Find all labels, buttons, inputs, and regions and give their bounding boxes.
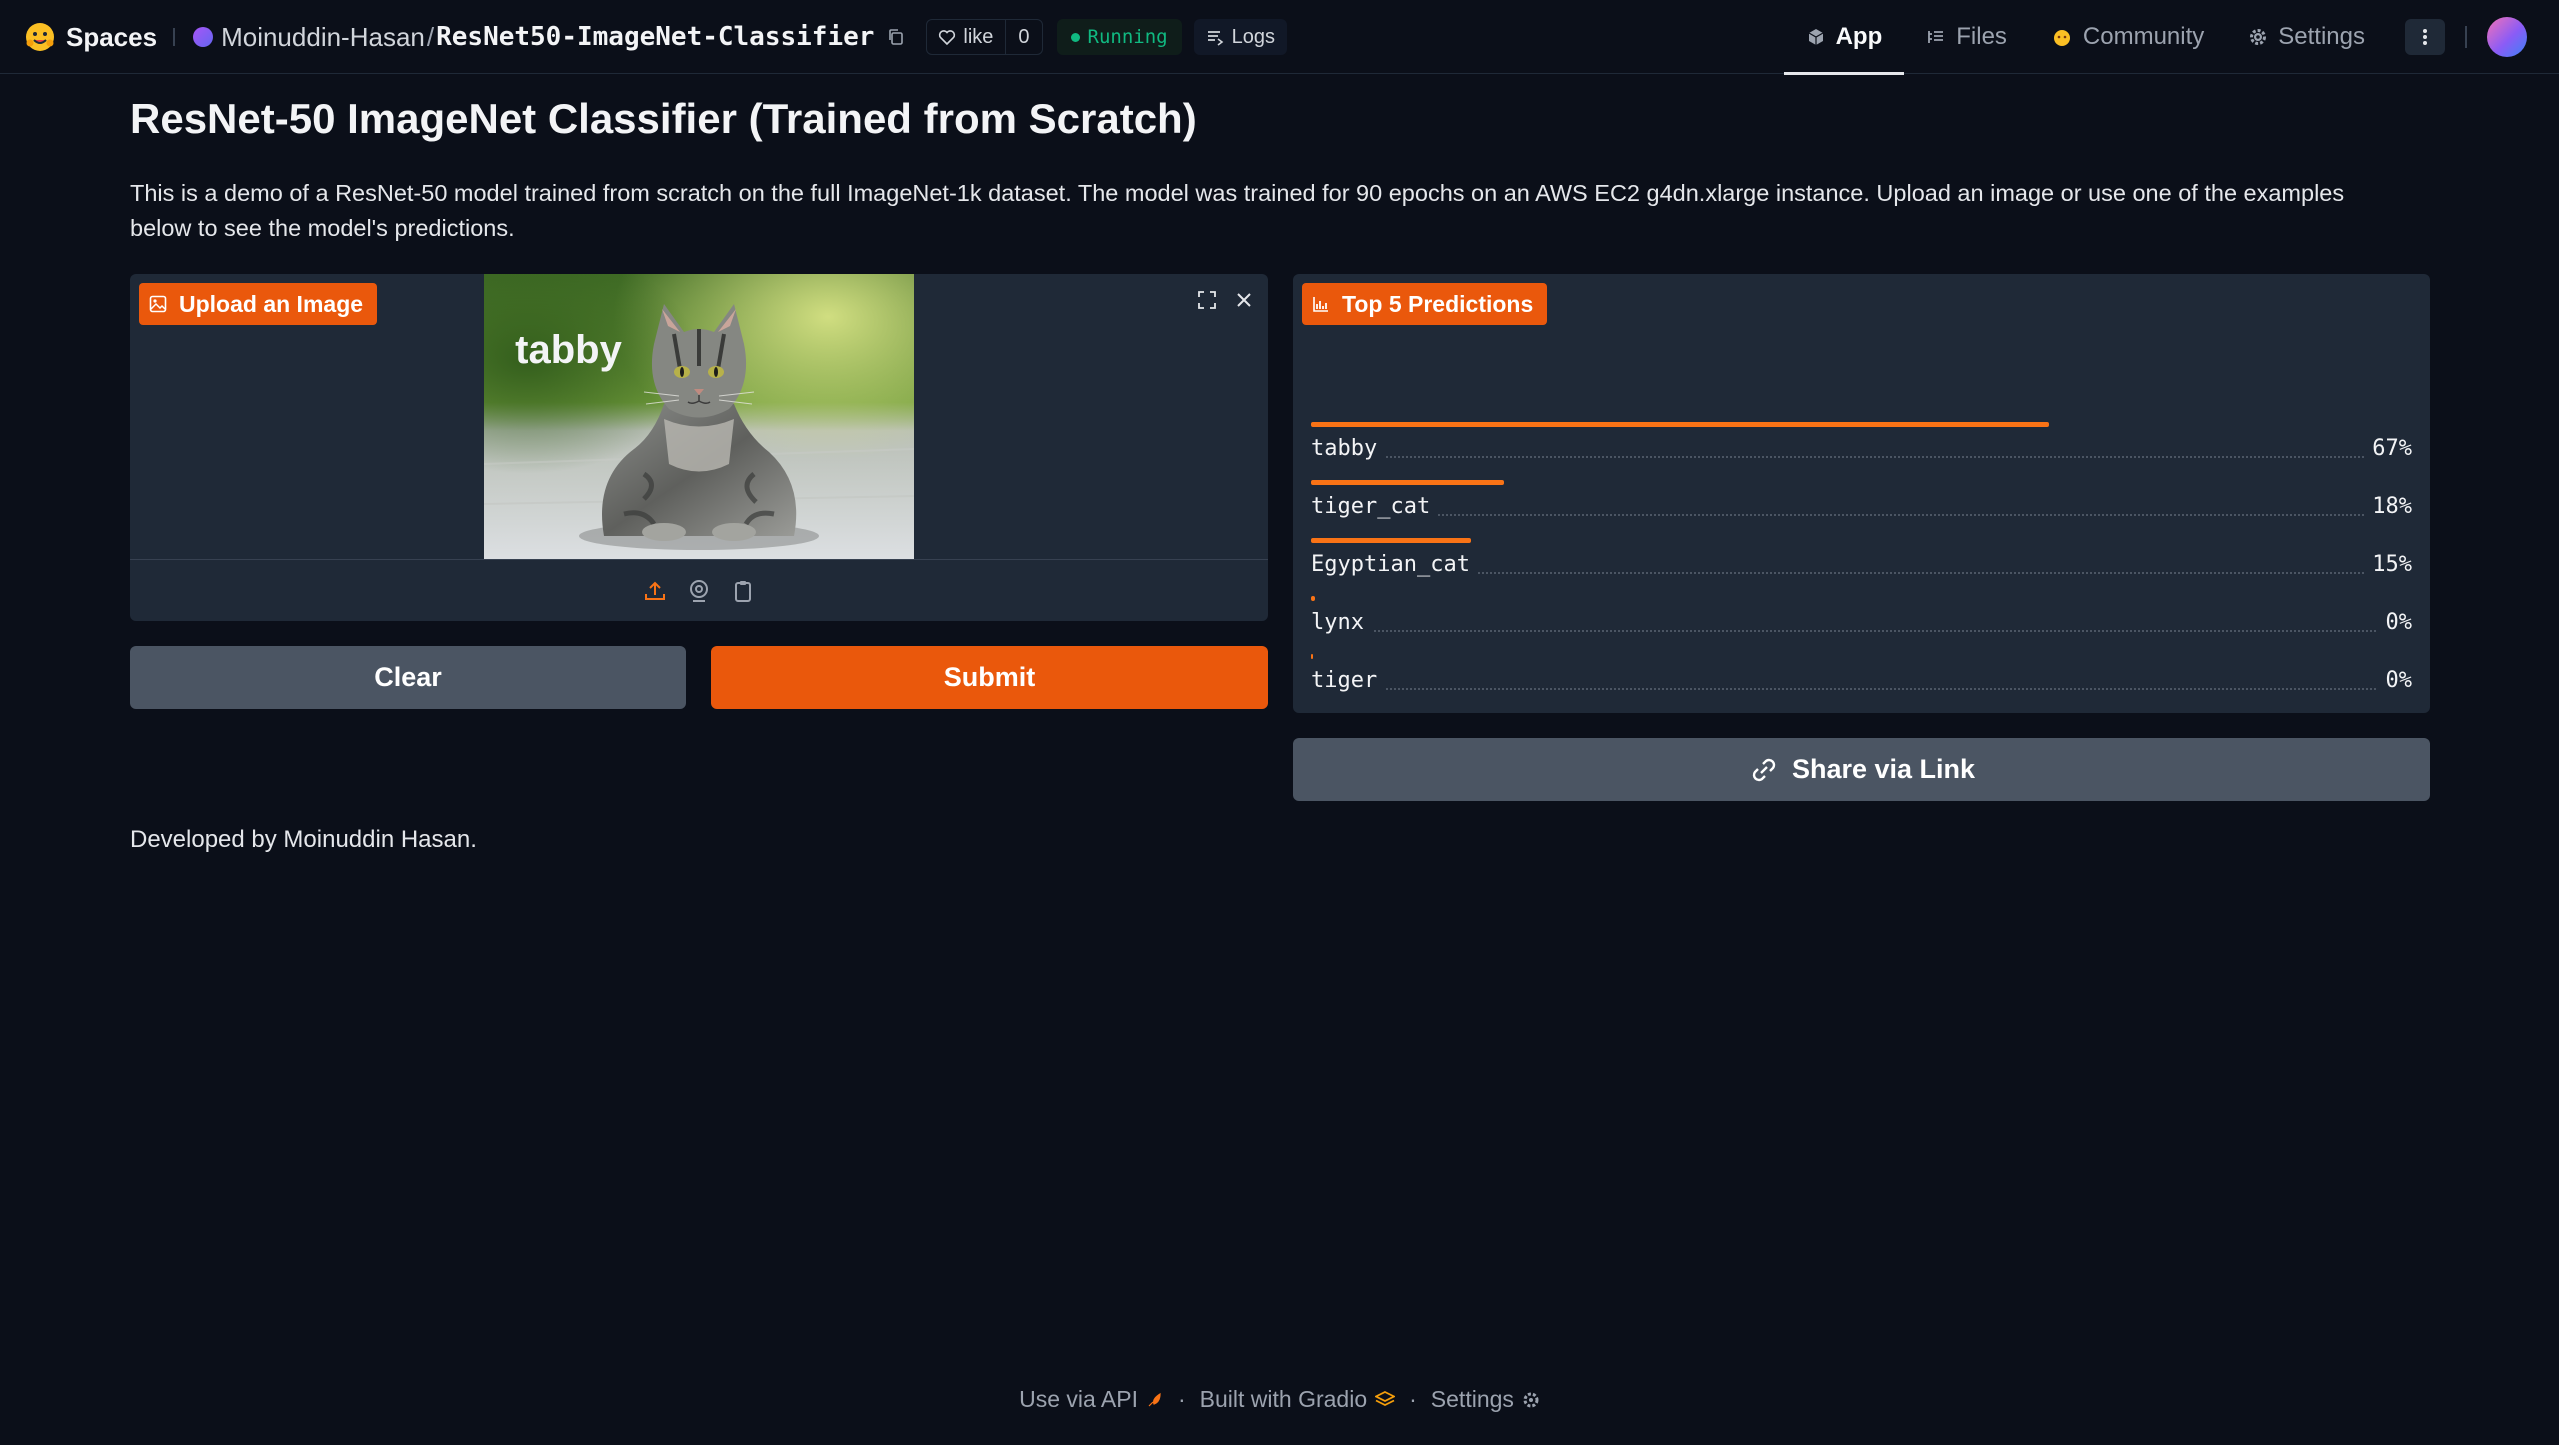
copy-icon[interactable] xyxy=(886,27,906,47)
prediction-class-label: tiger_cat xyxy=(1311,494,1439,519)
prediction-row: lynx 0% xyxy=(1311,596,2412,652)
gear-icon xyxy=(2250,29,2267,45)
space-tabs: App Files Community Settings xyxy=(1783,0,2559,75)
dotted-leader xyxy=(1311,630,2412,632)
prediction-row: tiger 0% xyxy=(1311,654,2412,710)
webcam-source-button[interactable] xyxy=(684,576,714,606)
footer-separator: · xyxy=(1177,1386,1186,1412)
clear-button[interactable]: Clear xyxy=(130,646,686,709)
close-icon xyxy=(1237,293,1251,307)
settings-gear-icon xyxy=(1522,1391,1540,1409)
footer-separator: · xyxy=(1409,1386,1417,1412)
confidence-bar xyxy=(1311,538,1471,543)
like-button[interactable]: like 0 xyxy=(926,19,1043,55)
spaces-link[interactable]: Spaces xyxy=(66,22,157,53)
hugging-face-logo-icon[interactable] xyxy=(24,21,56,53)
upload-icon xyxy=(645,581,665,600)
more-options-button[interactable] xyxy=(2405,19,2445,55)
status-text: Running xyxy=(1087,26,1168,48)
predictions-label: Top 5 Predictions xyxy=(1302,283,1548,325)
dotted-leader xyxy=(1311,514,2412,516)
image-source-toolbar xyxy=(130,559,1268,621)
repo-name-link[interactable]: ResNet50-ImageNet-Classifier xyxy=(436,22,874,52)
footer-settings-link[interactable]: Settings xyxy=(1431,1386,1514,1413)
status-dot-icon xyxy=(1070,32,1080,42)
tab-settings[interactable]: Settings xyxy=(2226,0,2387,74)
prediction-class-label: tiger xyxy=(1311,668,1386,693)
tab-settings-label: Settings xyxy=(2278,23,2365,50)
confidence-bar xyxy=(1311,596,1316,601)
submit-button[interactable]: Submit xyxy=(711,646,1268,709)
rocket-icon xyxy=(1146,1391,1164,1409)
community-icon xyxy=(2053,30,2070,46)
user-avatar[interactable] xyxy=(2487,17,2527,57)
divider xyxy=(2465,26,2467,48)
like-count: 0 xyxy=(1005,20,1041,54)
logs-icon xyxy=(1207,31,1223,46)
tab-app-label: App xyxy=(1835,23,1883,50)
logs-label: Logs xyxy=(1231,25,1275,48)
clipboard-source-button[interactable] xyxy=(728,576,758,606)
heart-icon xyxy=(939,30,956,46)
prediction-row: tiger_cat 18% xyxy=(1311,480,2412,536)
clipboard-icon xyxy=(735,581,751,602)
cube-icon xyxy=(1808,29,1823,45)
prediction-row: tabby 67% xyxy=(1311,422,2412,478)
tab-files[interactable]: Files xyxy=(1904,0,2029,74)
use-via-api-link[interactable]: Use via API xyxy=(1019,1386,1138,1413)
top-prediction-label: tabby xyxy=(515,328,622,372)
bar-chart-icon xyxy=(1313,297,1328,312)
link-icon xyxy=(1752,758,1776,781)
tab-community[interactable]: Community xyxy=(2029,0,2226,74)
webcam-icon xyxy=(690,580,708,602)
share-via-link-button[interactable]: Share via Link xyxy=(1293,738,2430,801)
prediction-confidence: 67% xyxy=(2364,436,2412,461)
tab-app[interactable]: App xyxy=(1783,0,1905,75)
upload-image-text: Upload an Image xyxy=(179,290,364,317)
confidence-bar xyxy=(1311,422,2049,427)
image-input-panel[interactable]: Upload an Image xyxy=(130,274,1268,621)
prediction-class-label: lynx xyxy=(1311,610,1372,635)
fullscreen-icon xyxy=(1198,291,1216,309)
prediction-class-label: Egyptian_cat xyxy=(1311,552,1478,577)
confidence-bar xyxy=(1311,480,1504,485)
prediction-confidence: 18% xyxy=(2364,494,2412,519)
share-via-link-label: Share via Link xyxy=(1791,754,1976,784)
confidence-bar xyxy=(1311,654,1314,659)
top-navigation-bar: Spaces Moinuddin-Hasan / ResNet50-ImageN… xyxy=(0,0,2559,75)
owner-link[interactable]: Moinuddin-Hasan xyxy=(221,22,425,53)
tab-community-label: Community xyxy=(2082,23,2205,50)
space-status-badge[interactable]: Running xyxy=(1056,19,1182,55)
path-separator: / xyxy=(426,21,435,52)
upload-image-label: Upload an Image xyxy=(139,283,378,325)
predictions-label-text: Top 5 Predictions xyxy=(1342,290,1534,317)
divider xyxy=(173,28,176,46)
prediction-confidence: 0% xyxy=(2377,668,2412,693)
app-description: This is a demo of a ResNet-50 model trai… xyxy=(130,180,2345,241)
built-with-gradio-link[interactable]: Built with Gradio xyxy=(1200,1386,1367,1413)
prediction-confidence: 15% xyxy=(2364,552,2412,577)
like-label: like xyxy=(963,25,994,48)
prediction-class-label: tabby xyxy=(1311,436,1386,461)
logs-button[interactable]: Logs xyxy=(1193,19,1287,55)
tab-files-label: Files xyxy=(1956,23,2007,50)
gradio-logo-icon xyxy=(1375,1390,1396,1409)
remove-image-button[interactable] xyxy=(1226,282,1262,318)
repo-header: Spaces Moinuddin-Hasan / ResNet50-ImageN… xyxy=(24,0,1287,74)
files-icon xyxy=(1928,31,1944,43)
uploaded-cat-image xyxy=(484,274,914,559)
kebab-menu-icon xyxy=(2423,29,2427,45)
fullscreen-button[interactable] xyxy=(1189,282,1225,318)
prediction-confidence: 0% xyxy=(2377,610,2412,635)
page-title: ResNet-50 ImageNet Classifier (Trained f… xyxy=(130,95,1197,142)
owner-avatar xyxy=(193,27,214,47)
developer-note: Developed by Moinuddin Hasan. xyxy=(130,826,477,853)
upload-source-button[interactable] xyxy=(640,576,670,606)
dotted-leader xyxy=(1311,456,2412,458)
dotted-leader xyxy=(1311,688,2412,690)
gradio-footer: Use via API · Built with Gradio · Settin… xyxy=(0,1386,2559,1413)
prediction-row: Egyptian_cat 15% xyxy=(1311,538,2412,594)
image-icon xyxy=(149,295,167,313)
